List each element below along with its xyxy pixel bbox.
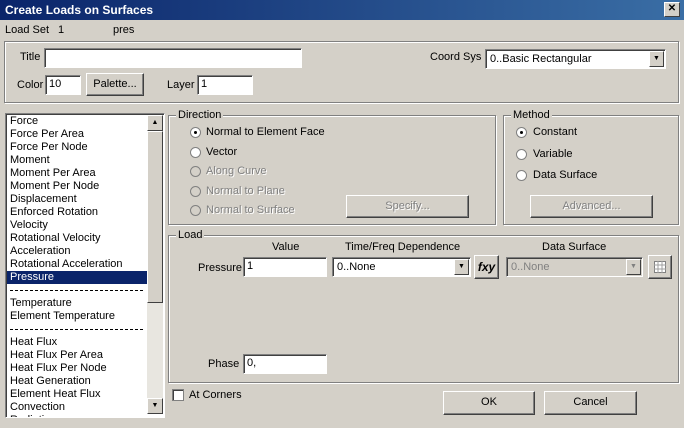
window-title: Create Loads on Surfaces bbox=[5, 3, 154, 17]
pressure-label: Pressure bbox=[198, 262, 243, 274]
phase-label: Phase bbox=[208, 358, 240, 370]
direction-radio[interactable] bbox=[190, 186, 201, 197]
title-bar: Create Loads on Surfaces ✕ bbox=[0, 0, 684, 20]
function-fxy-button[interactable]: fxy bbox=[474, 255, 499, 279]
load-set-id: 1 bbox=[58, 24, 65, 36]
data-surface-grid-button[interactable] bbox=[648, 255, 672, 279]
list-item[interactable]: Moment Per Area bbox=[7, 167, 147, 180]
title-label: Title bbox=[20, 51, 41, 63]
grid-icon bbox=[654, 261, 666, 273]
direction-option-label: Normal to Surface bbox=[206, 204, 295, 216]
direction-label: Direction bbox=[176, 109, 224, 121]
coord-sys-value: 0..Basic Rectangular bbox=[490, 53, 592, 65]
title-input[interactable] bbox=[44, 48, 302, 68]
specify-button[interactable]: Specify... bbox=[346, 195, 469, 218]
list-item[interactable]: Radiation bbox=[7, 414, 147, 417]
list-item[interactable]: Acceleration bbox=[7, 245, 147, 258]
method-option-label: Data Surface bbox=[533, 169, 598, 181]
load-set-label: Load Set bbox=[5, 24, 50, 36]
list-item[interactable]: Rotational Acceleration bbox=[7, 258, 147, 271]
load-type-items: Force Force Per Area Force Per Node Moment M… bbox=[7, 115, 147, 417]
list-item[interactable]: Rotational Velocity bbox=[7, 232, 147, 245]
time-dependence-select[interactable]: 0..None ▼ bbox=[332, 257, 471, 277]
close-icon: ✕ bbox=[667, 3, 677, 14]
coord-sys-select[interactable]: 0..Basic Rectangular ▼ bbox=[485, 49, 666, 69]
palette-button[interactable]: Palette... bbox=[86, 73, 144, 96]
phase-input[interactable]: 0, bbox=[243, 354, 327, 374]
time-column-header: Time/Freq Dependence bbox=[345, 241, 461, 253]
time-dependence-value: 0..None bbox=[337, 261, 376, 273]
chevron-down-icon[interactable]: ▼ bbox=[454, 259, 469, 275]
color-input[interactable]: 10 bbox=[45, 75, 81, 95]
surface-column-header: Data Surface bbox=[542, 241, 607, 253]
list-separator bbox=[7, 284, 147, 297]
method-label: Method bbox=[511, 109, 552, 121]
list-item[interactable]: Heat Flux bbox=[7, 336, 147, 349]
coord-sys-label: Coord Sys bbox=[430, 51, 482, 63]
method-option-label: Variable bbox=[533, 148, 573, 160]
list-item[interactable]: Heat Flux Per Area bbox=[7, 349, 147, 362]
direction-radio[interactable] bbox=[190, 147, 201, 158]
list-item[interactable]: Displacement bbox=[7, 193, 147, 206]
list-item[interactable]: Enforced Rotation bbox=[7, 206, 147, 219]
chevron-down-icon[interactable]: ▼ bbox=[649, 51, 664, 67]
list-item[interactable]: Element Temperature bbox=[7, 310, 147, 323]
list-item[interactable]: Heat Flux Per Node bbox=[7, 362, 147, 375]
scroll-up-icon[interactable]: ▲ bbox=[147, 115, 163, 131]
list-item[interactable]: Pressure bbox=[7, 271, 147, 284]
scroll-down-icon[interactable]: ▼ bbox=[147, 398, 163, 414]
list-item[interactable]: Force Per Node bbox=[7, 141, 147, 154]
pressure-value-input[interactable]: 1 bbox=[243, 257, 327, 277]
list-item[interactable]: Temperature bbox=[7, 297, 147, 310]
list-item[interactable]: Moment Per Node bbox=[7, 180, 147, 193]
scroll-thumb[interactable] bbox=[147, 131, 163, 303]
value-column-header: Value bbox=[272, 241, 300, 253]
data-surface-select[interactable]: 0..None ▼ bbox=[506, 257, 643, 277]
fxy-icon: fxy bbox=[477, 260, 496, 274]
advanced-button[interactable]: Advanced... bbox=[530, 195, 653, 218]
method-option-label: Constant bbox=[533, 126, 578, 138]
direction-radio[interactable] bbox=[190, 166, 201, 177]
list-item[interactable]: Velocity bbox=[7, 219, 147, 232]
load-label: Load bbox=[176, 229, 205, 241]
list-item[interactable]: Convection bbox=[7, 401, 147, 414]
list-item[interactable]: Heat Generation bbox=[7, 375, 147, 388]
load-type-list[interactable]: Force Force Per Area Force Per Node Moment M… bbox=[5, 113, 165, 418]
method-radio[interactable] bbox=[516, 149, 527, 160]
list-item[interactable]: Moment bbox=[7, 154, 147, 167]
cancel-button[interactable]: Cancel bbox=[544, 391, 637, 415]
direction-option-label: Normal to Element Face bbox=[206, 126, 325, 138]
ok-button[interactable]: OK bbox=[443, 391, 535, 415]
at-corners-checkbox[interactable] bbox=[172, 389, 184, 401]
direction-option-label: Normal to Plane bbox=[206, 185, 285, 197]
method-radio[interactable] bbox=[516, 127, 527, 138]
list-item[interactable]: Force bbox=[7, 115, 147, 128]
load-set-name: pres bbox=[113, 24, 135, 36]
list-scrollbar[interactable]: ▲ ▼ bbox=[147, 115, 163, 414]
data-surface-value: 0..None bbox=[511, 261, 550, 273]
layer-input[interactable]: 1 bbox=[197, 75, 253, 95]
layer-label: Layer bbox=[167, 79, 195, 91]
direction-option-label: Along Curve bbox=[206, 165, 267, 177]
chevron-down-icon[interactable]: ▼ bbox=[626, 259, 641, 275]
at-corners-label: At Corners bbox=[189, 389, 242, 401]
color-label: Color bbox=[17, 79, 44, 91]
direction-radio[interactable] bbox=[190, 205, 201, 216]
list-separator bbox=[7, 323, 147, 336]
direction-radio[interactable] bbox=[190, 127, 201, 138]
direction-option-label: Vector bbox=[206, 146, 238, 158]
list-item[interactable]: Force Per Area bbox=[7, 128, 147, 141]
close-button[interactable]: ✕ bbox=[664, 2, 680, 17]
method-radio[interactable] bbox=[516, 170, 527, 181]
list-item[interactable]: Element Heat Flux bbox=[7, 388, 147, 401]
